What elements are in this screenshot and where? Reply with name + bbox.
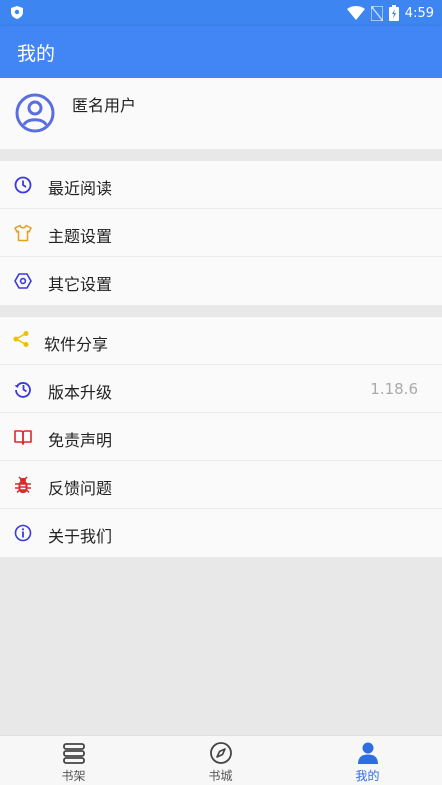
app-bar: 我的: [0, 26, 442, 78]
status-time: 4:59: [404, 5, 434, 21]
user-profile-card[interactable]: 匿名用户: [0, 78, 442, 149]
menu-item-share-app[interactable]: 软件分享: [0, 317, 442, 365]
settings-group-1: 最近阅读 主题设置 其它设置: [0, 161, 442, 305]
user-name: 匿名用户: [72, 96, 137, 115]
battery-charging-icon: [388, 5, 399, 21]
settings-hexagon-icon: [14, 273, 32, 289]
shield-notification-icon: [11, 6, 23, 19]
bug-icon: [15, 476, 31, 494]
menu-item-about-us[interactable]: 关于我们: [0, 509, 442, 557]
menu-item-label: 免责声明: [48, 431, 113, 450]
page-title: 我的: [17, 43, 56, 65]
history-icon: [14, 382, 31, 398]
status-bar: 4:59: [0, 0, 442, 26]
menu-item-label: 版本升级: [48, 383, 113, 402]
bottom-navigation: 书架 书城 我的: [0, 735, 442, 785]
menu-item-other-settings[interactable]: 其它设置: [0, 257, 442, 305]
tab-label: 书城: [208, 769, 233, 783]
info-icon: [14, 524, 32, 542]
version-number: 1.18.6: [370, 380, 418, 398]
tshirt-icon: [14, 224, 32, 242]
settings-group-2: 软件分享 版本升级 1.18.6 免责声明 反馈问题 关于我们: [0, 317, 442, 557]
menu-item-recent-reading[interactable]: 最近阅读: [0, 161, 442, 209]
menu-item-label: 反馈问题: [48, 479, 113, 498]
wifi-icon: [346, 6, 365, 20]
menu-item-feedback[interactable]: 反馈问题: [0, 461, 442, 509]
tab-mine[interactable]: 我的: [294, 736, 441, 785]
menu-item-version-upgrade[interactable]: 版本升级 1.18.6: [0, 365, 442, 413]
menu-item-theme-settings[interactable]: 主题设置: [0, 209, 442, 257]
tab-label: 我的: [355, 769, 380, 783]
compass-icon: [210, 742, 232, 764]
tab-bookshelf[interactable]: 书架: [0, 736, 147, 785]
bookshelf-icon: [63, 743, 85, 764]
clock-icon: [14, 176, 32, 194]
share-icon: [13, 331, 29, 347]
tab-bookstore[interactable]: 书城: [147, 736, 294, 785]
menu-item-disclaimer[interactable]: 免责声明: [0, 413, 442, 461]
menu-item-label: 主题设置: [48, 227, 113, 246]
menu-item-label: 软件分享: [44, 335, 109, 354]
book-icon: [14, 430, 32, 445]
avatar-icon: [15, 93, 55, 133]
menu-item-label: 关于我们: [48, 527, 113, 546]
tab-label: 书架: [61, 769, 86, 783]
menu-item-label: 其它设置: [48, 275, 113, 294]
no-sim-icon: [370, 5, 383, 21]
menu-item-label: 最近阅读: [48, 179, 113, 198]
person-icon: [358, 742, 378, 764]
